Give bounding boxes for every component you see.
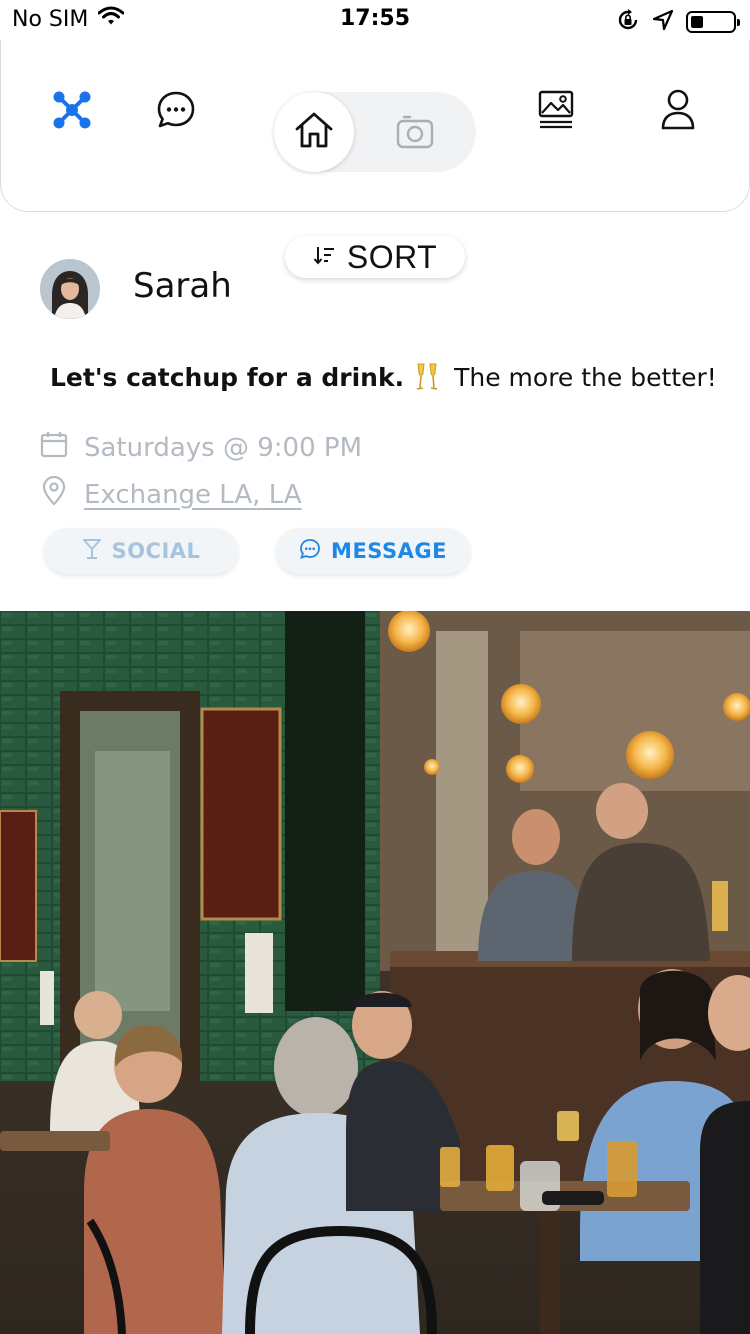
network-icon[interactable] (50, 88, 94, 132)
champagne-glasses-icon (414, 362, 440, 392)
sort-button[interactable]: SORT (285, 236, 465, 278)
battery-level (691, 16, 703, 28)
location-arrow-icon (652, 9, 674, 35)
schedule-row: Saturdays @ 9:00 PM (40, 430, 362, 465)
location-pin-icon (40, 475, 68, 513)
calendar-icon (40, 430, 68, 465)
status-right (616, 8, 740, 36)
post-text-bold: Let's catchup for a drink. (50, 362, 405, 392)
sort-label: SORT (346, 238, 438, 275)
camera-icon[interactable] (394, 111, 436, 153)
status-bar: No SIM 17:55 (0, 0, 750, 40)
cocktail-glass-icon (82, 538, 102, 565)
home-icon (293, 110, 335, 154)
post-photo[interactable] (0, 611, 750, 1334)
schedule-text: Saturdays @ 9:00 PM (84, 432, 363, 463)
location-link[interactable]: Exchange LA, LA (84, 480, 302, 510)
message-bubble-icon (299, 538, 321, 565)
location-row: Exchange LA, LA (40, 475, 302, 513)
social-label: SOCIAL (111, 539, 201, 563)
message-button[interactable]: MESSAGE (276, 528, 470, 574)
post-text: Let's catchup for a drink. The more the … (50, 362, 717, 392)
post-text-rest: The more the better! (454, 362, 717, 392)
rotation-lock-icon (616, 8, 640, 36)
home-tab[interactable] (274, 92, 354, 172)
avatar[interactable] (40, 259, 100, 319)
social-category-button[interactable]: SOCIAL (44, 528, 238, 574)
gallery-icon[interactable] (534, 88, 578, 132)
chat-bubble-icon[interactable] (154, 88, 198, 132)
message-label: MESSAGE (331, 539, 447, 563)
user-name[interactable]: Sarah (133, 266, 232, 306)
battery-icon (686, 11, 740, 33)
sort-icon (313, 244, 335, 270)
profile-icon[interactable] (656, 88, 700, 132)
